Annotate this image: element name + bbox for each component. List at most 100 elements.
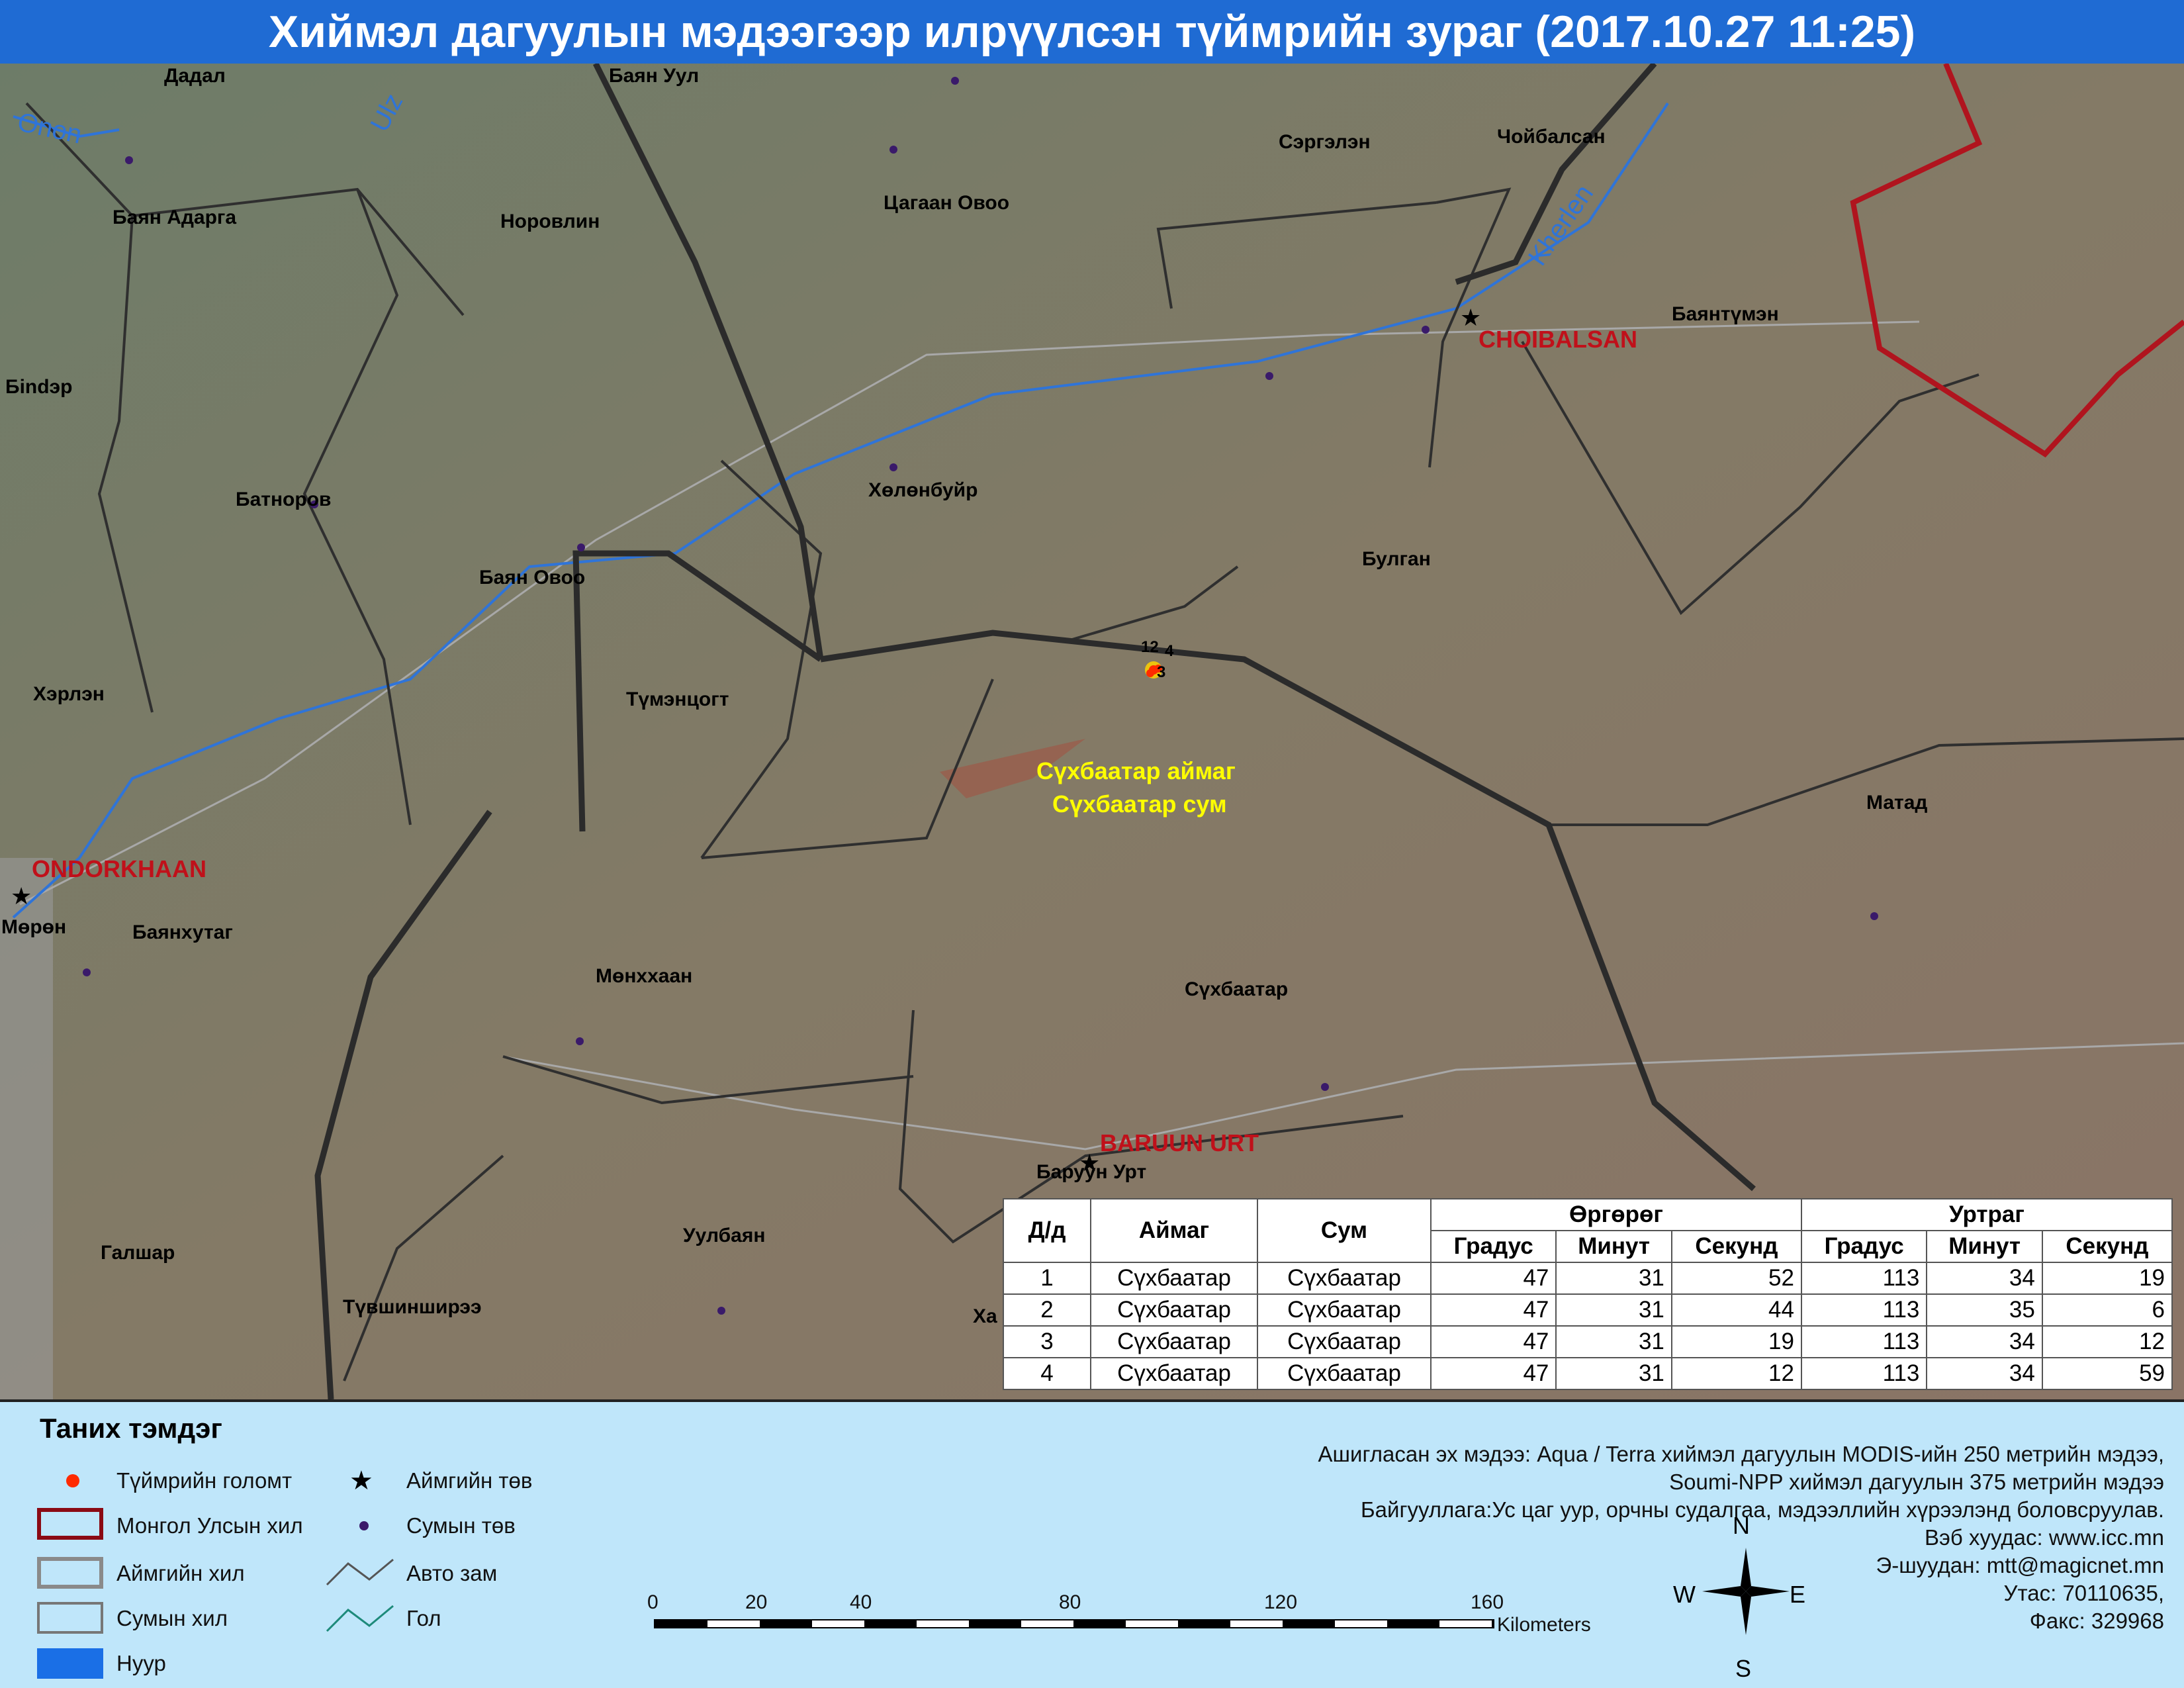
scale-unit: Kilometers xyxy=(1497,1614,1591,1636)
sum-center-legend-icon xyxy=(359,1521,369,1530)
compass-rose-icon xyxy=(1702,1548,1790,1635)
header-no: Д/д xyxy=(1003,1198,1091,1263)
header-lat-min: Минут xyxy=(1555,1230,1672,1263)
legend-lake: Нуур xyxy=(116,1651,166,1675)
fire-label-12: 12 xyxy=(1141,638,1159,656)
source-phone: Утас: 70110635, xyxy=(2003,1581,2164,1605)
label-matad: Матад xyxy=(1866,792,1928,814)
source-line-1: Ашигласан эх мэдээ: Aqua / Terra хиймэл … xyxy=(1318,1442,2164,1466)
table-row: 4 Сүхбаатар Сүхбаатар 47 31 12 113 34 59 xyxy=(1003,1357,2173,1390)
source-email: Э-шуудан: mtt@magicnet.mn xyxy=(1876,1553,2165,1577)
cell-lat-min: 31 xyxy=(1555,1325,1672,1358)
label-muren: Мөрөн xyxy=(1,916,67,938)
label-dadal: Дадал xyxy=(164,65,226,87)
header-longitude: Уртраг xyxy=(1800,1198,2173,1231)
scale-tick-80: 80 xyxy=(1059,1591,1081,1613)
legend-fire: Түймрийн голомт xyxy=(116,1468,293,1493)
map-title: Хиймэл дагуулын мэдээгээр илрүүлсэн түйм… xyxy=(0,0,2184,64)
river-legend-icon xyxy=(326,1605,394,1632)
legend-panel: Таних тэмдэг Түймрийн голомт ★ Аймгийн т… xyxy=(0,1399,2184,1688)
legend-title: Таних тэмдэг xyxy=(40,1413,222,1444)
legend-sum-border: Сумын хил xyxy=(116,1606,228,1630)
cell-no: 4 xyxy=(1003,1357,1091,1390)
cell-sum: Сүхбаатар xyxy=(1257,1262,1432,1295)
cell-lat-sec: 44 xyxy=(1670,1293,1802,1327)
cell-no: 2 xyxy=(1003,1293,1091,1327)
star-icon: ★ xyxy=(11,883,32,910)
source-line-2: Soumi-NPP хиймэл дагуулын 375 метрийн мэ… xyxy=(1669,1470,2164,1494)
label-sergelen: Сэргэлэн xyxy=(1279,131,1371,153)
label-baruun-urt-sum: Баруун Урт xyxy=(1036,1161,1147,1183)
cell-lon-sec: 12 xyxy=(2041,1325,2173,1358)
cell-lon-deg: 113 xyxy=(1800,1325,1928,1358)
cell-lat-sec: 19 xyxy=(1670,1325,1802,1358)
cell-sum: Сүхбаатар xyxy=(1257,1293,1432,1327)
source-line-3: Байгууллага:Ус цаг уур, орчны судалгаа, … xyxy=(1361,1497,2164,1522)
label-ondorkhaan-center: ONDORKHAAN xyxy=(32,855,206,882)
aimag-border-legend-icon xyxy=(37,1557,103,1589)
scale-tick-120: 120 xyxy=(1264,1591,1298,1613)
scale-tick-20: 20 xyxy=(745,1591,768,1613)
label-bayan-adarga: Баян Адарга xyxy=(113,207,237,228)
cell-lon-sec: 6 xyxy=(2041,1293,2173,1327)
label-batnorov: Батноров xyxy=(236,489,332,510)
header-latitude: Өргөрөг xyxy=(1430,1198,1802,1231)
table-row: 2 Сүхбаатар Сүхбаатар 47 31 44 113 35 6 xyxy=(1003,1293,2173,1327)
legend-road: Авто зам xyxy=(406,1561,498,1585)
legend-river: Гол xyxy=(406,1606,441,1630)
star-icon: ★ xyxy=(349,1466,373,1495)
cell-lat-min: 31 xyxy=(1555,1293,1672,1327)
fire-label-3: 3 xyxy=(1157,663,1166,681)
cell-no: 3 xyxy=(1003,1325,1091,1358)
label-binder: Бindэр xyxy=(5,376,73,398)
label-bayan-uul: Баян Уул xyxy=(609,65,700,87)
header-lat-deg: Градус xyxy=(1430,1230,1557,1263)
label-galshar: Галшар xyxy=(101,1242,175,1264)
cell-lon-min: 34 xyxy=(1926,1325,2043,1358)
header-lon-min: Минут xyxy=(1926,1230,2043,1263)
source-fax: Факс: 329968 xyxy=(2029,1609,2164,1633)
legend-sum-center: Сумын төв xyxy=(406,1513,516,1538)
cell-lat-min: 31 xyxy=(1555,1357,1672,1390)
scale-bar xyxy=(654,1619,1494,1628)
cell-aimag: Сүхбаатар xyxy=(1090,1293,1258,1327)
cell-lat-deg: 47 xyxy=(1430,1357,1557,1390)
label-tsagaan-ovoo: Цагаан Овоо xyxy=(884,192,1010,214)
cell-aimag: Сүхбаатар xyxy=(1090,1357,1258,1390)
country-border-legend-icon xyxy=(37,1508,103,1540)
cell-lon-min: 35 xyxy=(1926,1293,2043,1327)
lake-legend-icon xyxy=(37,1648,103,1679)
label-tumentsogt: Түмэнцогт xyxy=(626,688,729,710)
cell-lat-deg: 47 xyxy=(1430,1293,1557,1327)
scale-tick-0: 0 xyxy=(647,1591,659,1613)
cell-lat-min: 31 xyxy=(1555,1262,1672,1295)
scale-tick-160: 160 xyxy=(1471,1591,1504,1613)
header-sum: Сум xyxy=(1257,1198,1432,1263)
label-bulgan: Булган xyxy=(1362,548,1431,570)
label-baruun-urt-center: BARUUN URT xyxy=(1100,1129,1259,1156)
label-choibalsan-sum: Чойбалсан xyxy=(1497,126,1606,148)
legend-country-border: Монгол Улсын хил xyxy=(116,1513,303,1538)
terrain-strip xyxy=(0,858,53,1399)
fire-legend-icon xyxy=(66,1474,79,1487)
table-header-row: Д/д Аймаг Сум Өргөрөг Уртраг xyxy=(1003,1198,2173,1263)
cell-aimag: Сүхбаатар xyxy=(1090,1262,1258,1295)
cell-lon-min: 34 xyxy=(1926,1357,2043,1390)
cell-lon-deg: 113 xyxy=(1800,1262,1928,1295)
cell-sum: Сүхбаатар xyxy=(1257,1357,1432,1390)
label-sukhbaatar-sum: Сүхбаатар xyxy=(1185,978,1289,1000)
cell-lat-deg: 47 xyxy=(1430,1262,1557,1295)
road-legend-icon xyxy=(326,1558,394,1586)
source-website: Вэб хуудас: www.icc.mn xyxy=(1925,1525,2164,1550)
label-bayan-ovoo: Баян Овоо xyxy=(479,567,586,588)
compass-s: S xyxy=(1735,1655,1752,1682)
cell-lat-sec: 12 xyxy=(1670,1357,1802,1390)
cell-lon-sec: 59 xyxy=(2041,1357,2173,1390)
header-lon-deg: Градус xyxy=(1800,1230,1928,1263)
legend-aimag-center: Аймгийн төв xyxy=(406,1468,533,1493)
label-uulbayan: Уулбаян xyxy=(683,1225,766,1246)
label-kha-partial: Ха xyxy=(973,1305,997,1327)
cell-lon-sec: 19 xyxy=(2041,1262,2173,1295)
label-tuvshinshiree: Түвшинширээ xyxy=(343,1296,482,1318)
cell-no: 1 xyxy=(1003,1262,1091,1295)
